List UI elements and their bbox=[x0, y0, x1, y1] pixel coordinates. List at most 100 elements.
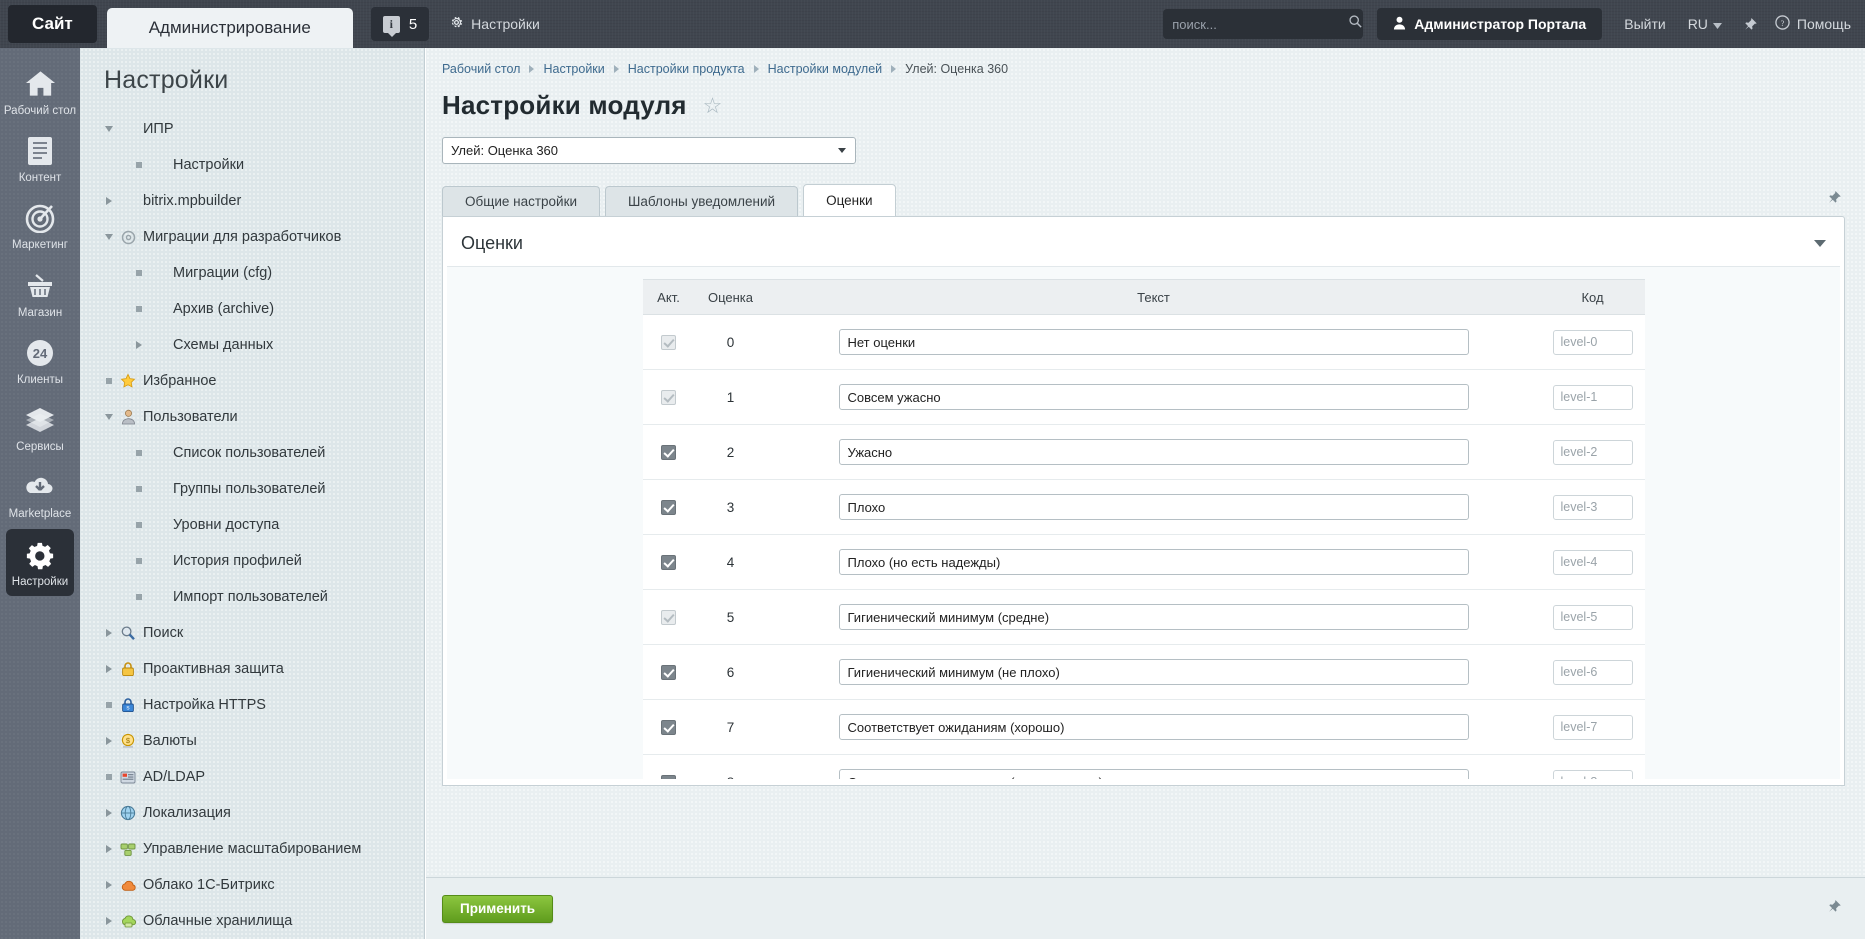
user-menu-button[interactable]: Администратор Портала bbox=[1377, 8, 1603, 40]
search-icon[interactable] bbox=[1348, 14, 1363, 34]
module-select[interactable]: Улей: Оценка 360 bbox=[442, 137, 856, 164]
active-checkbox[interactable] bbox=[661, 554, 676, 570]
tree-item[interactable]: Миграции (cfg) bbox=[96, 255, 424, 291]
tree-item[interactable]: $ Валюты bbox=[96, 723, 424, 759]
tab-3[interactable]: Оценки bbox=[803, 184, 896, 216]
rating-text-input[interactable] bbox=[838, 494, 1469, 520]
tree-item[interactable]: s Настройка HTTPS bbox=[96, 687, 424, 723]
active-checkbox[interactable] bbox=[661, 389, 676, 405]
tree-expander-icon[interactable] bbox=[100, 378, 118, 384]
language-switcher[interactable]: RU bbox=[1688, 16, 1722, 32]
tree-item[interactable]: История профилей bbox=[96, 543, 424, 579]
rating-code-input[interactable] bbox=[1552, 659, 1633, 685]
rating-code-input[interactable] bbox=[1552, 549, 1633, 575]
tab-site[interactable]: Сайт bbox=[8, 5, 97, 43]
breadcrumb-link[interactable]: Настройки bbox=[543, 62, 604, 76]
tree-expander-icon[interactable] bbox=[100, 629, 118, 637]
tab-2[interactable]: Шаблоны уведомлений bbox=[605, 186, 799, 216]
breadcrumb-link[interactable]: Улей: Оценка 360 bbox=[905, 62, 1008, 76]
rating-code-input[interactable] bbox=[1552, 439, 1633, 465]
tree-expander-icon[interactable] bbox=[100, 809, 118, 817]
tree-item[interactable]: Импорт пользователей bbox=[96, 579, 424, 615]
tree-item[interactable]: Облако 1С-Битрикс bbox=[96, 867, 424, 903]
rating-text-input[interactable] bbox=[838, 659, 1469, 685]
rating-text-input[interactable] bbox=[838, 769, 1469, 779]
tree-item[interactable]: AD/LDAP bbox=[96, 759, 424, 795]
active-checkbox[interactable] bbox=[661, 609, 676, 625]
tree-item[interactable]: Группы пользователей bbox=[96, 471, 424, 507]
search-box[interactable] bbox=[1163, 9, 1364, 39]
tree-expander-icon[interactable] bbox=[100, 917, 118, 925]
tree-item[interactable]: Проактивная защита bbox=[96, 651, 424, 687]
logout-link[interactable]: Выйти bbox=[1624, 16, 1665, 32]
rating-code-input[interactable] bbox=[1552, 384, 1633, 410]
tree-expander-icon[interactable] bbox=[100, 737, 118, 745]
tree-expander-icon[interactable] bbox=[130, 341, 148, 349]
favorite-star-icon[interactable]: ☆ bbox=[703, 94, 723, 117]
rail-item-desktop[interactable]: Рабочий стол bbox=[0, 58, 80, 125]
tree-item[interactable]: Облачные хранилища bbox=[96, 903, 424, 939]
tree-expander-icon[interactable] bbox=[130, 486, 148, 492]
rating-code-input[interactable] bbox=[1552, 494, 1633, 520]
tree-expander-icon[interactable] bbox=[130, 522, 148, 528]
tree-expander-icon[interactable] bbox=[100, 702, 118, 708]
header-settings-link[interactable]: Настройки bbox=[449, 15, 540, 33]
rail-item-shop[interactable]: Магазин bbox=[0, 260, 80, 327]
rail-item-settings[interactable]: Настройки bbox=[6, 528, 74, 596]
tree-item[interactable]: Архив (archive) bbox=[96, 291, 424, 327]
tree-expander-icon[interactable] bbox=[100, 774, 118, 780]
rating-code-input[interactable] bbox=[1552, 329, 1633, 355]
search-input[interactable] bbox=[1172, 16, 1349, 32]
rating-text-input[interactable] bbox=[838, 604, 1469, 630]
rail-item-services[interactable]: Сервисы bbox=[0, 394, 80, 461]
rating-text-input[interactable] bbox=[838, 329, 1469, 355]
tab-1[interactable]: Общие настройки bbox=[442, 186, 601, 216]
rating-text-input[interactable] bbox=[838, 549, 1469, 575]
breadcrumb-link[interactable]: Настройки модулей bbox=[768, 62, 883, 76]
tree-item[interactable]: Схемы данных bbox=[96, 327, 424, 363]
rating-code-input[interactable] bbox=[1552, 714, 1633, 740]
tree-item[interactable]: Настройки bbox=[96, 147, 424, 183]
rail-item-content[interactable]: Контент bbox=[0, 125, 80, 192]
pin-icon[interactable] bbox=[1826, 190, 1841, 210]
rating-code-input[interactable] bbox=[1552, 604, 1633, 630]
collapse-chevron-icon[interactable] bbox=[1814, 240, 1826, 247]
rail-item-marketplace[interactable]: Marketplace bbox=[0, 461, 80, 528]
tree-item[interactable]: Список пользователей bbox=[96, 435, 424, 471]
rating-text-input[interactable] bbox=[838, 714, 1469, 740]
tree-expander-icon[interactable] bbox=[100, 197, 118, 205]
tab-administration[interactable]: Администрирование bbox=[106, 8, 353, 48]
tree-item[interactable]: Поиск bbox=[96, 615, 424, 651]
rail-item-clients[interactable]: 24 Клиенты bbox=[0, 327, 80, 394]
tree-expander-icon[interactable] bbox=[100, 234, 118, 240]
tree-expander-icon[interactable] bbox=[130, 558, 148, 564]
tree-item[interactable]: Миграции для разработчиков bbox=[96, 219, 424, 255]
active-checkbox[interactable] bbox=[661, 664, 676, 680]
rating-code-input[interactable] bbox=[1552, 769, 1633, 779]
tree-item[interactable]: Управление масштабированием bbox=[96, 831, 424, 867]
active-checkbox[interactable] bbox=[661, 444, 676, 460]
tree-expander-icon[interactable] bbox=[130, 594, 148, 600]
tree-item[interactable]: Пользователи bbox=[96, 399, 424, 435]
tree-expander-icon[interactable] bbox=[130, 162, 148, 168]
tree-item[interactable]: Уровни доступа bbox=[96, 507, 424, 543]
rating-text-input[interactable] bbox=[838, 439, 1469, 465]
notifications-badge[interactable]: i 5 bbox=[370, 7, 430, 41]
tree-expander-icon[interactable] bbox=[130, 270, 148, 276]
tree-expander-icon[interactable] bbox=[100, 414, 118, 420]
tree-item[interactable]: Локализация bbox=[96, 795, 424, 831]
tree-expander-icon[interactable] bbox=[130, 450, 148, 456]
pin-icon[interactable] bbox=[1742, 17, 1757, 32]
tree-expander-icon[interactable] bbox=[100, 845, 118, 853]
apply-button[interactable]: Применить bbox=[442, 894, 554, 923]
active-checkbox[interactable] bbox=[661, 719, 676, 735]
pin-icon[interactable] bbox=[1826, 899, 1841, 919]
active-checkbox[interactable] bbox=[661, 334, 676, 350]
help-link[interactable]: ? Помощь bbox=[1775, 15, 1851, 33]
breadcrumb-link[interactable]: Рабочий стол bbox=[442, 62, 520, 76]
tree-expander-icon[interactable] bbox=[100, 881, 118, 889]
tree-item[interactable]: Избранное bbox=[96, 363, 424, 399]
tree-expander-icon[interactable] bbox=[100, 665, 118, 673]
tree-expander-icon[interactable] bbox=[100, 126, 118, 132]
tree-expander-icon[interactable] bbox=[130, 306, 148, 312]
